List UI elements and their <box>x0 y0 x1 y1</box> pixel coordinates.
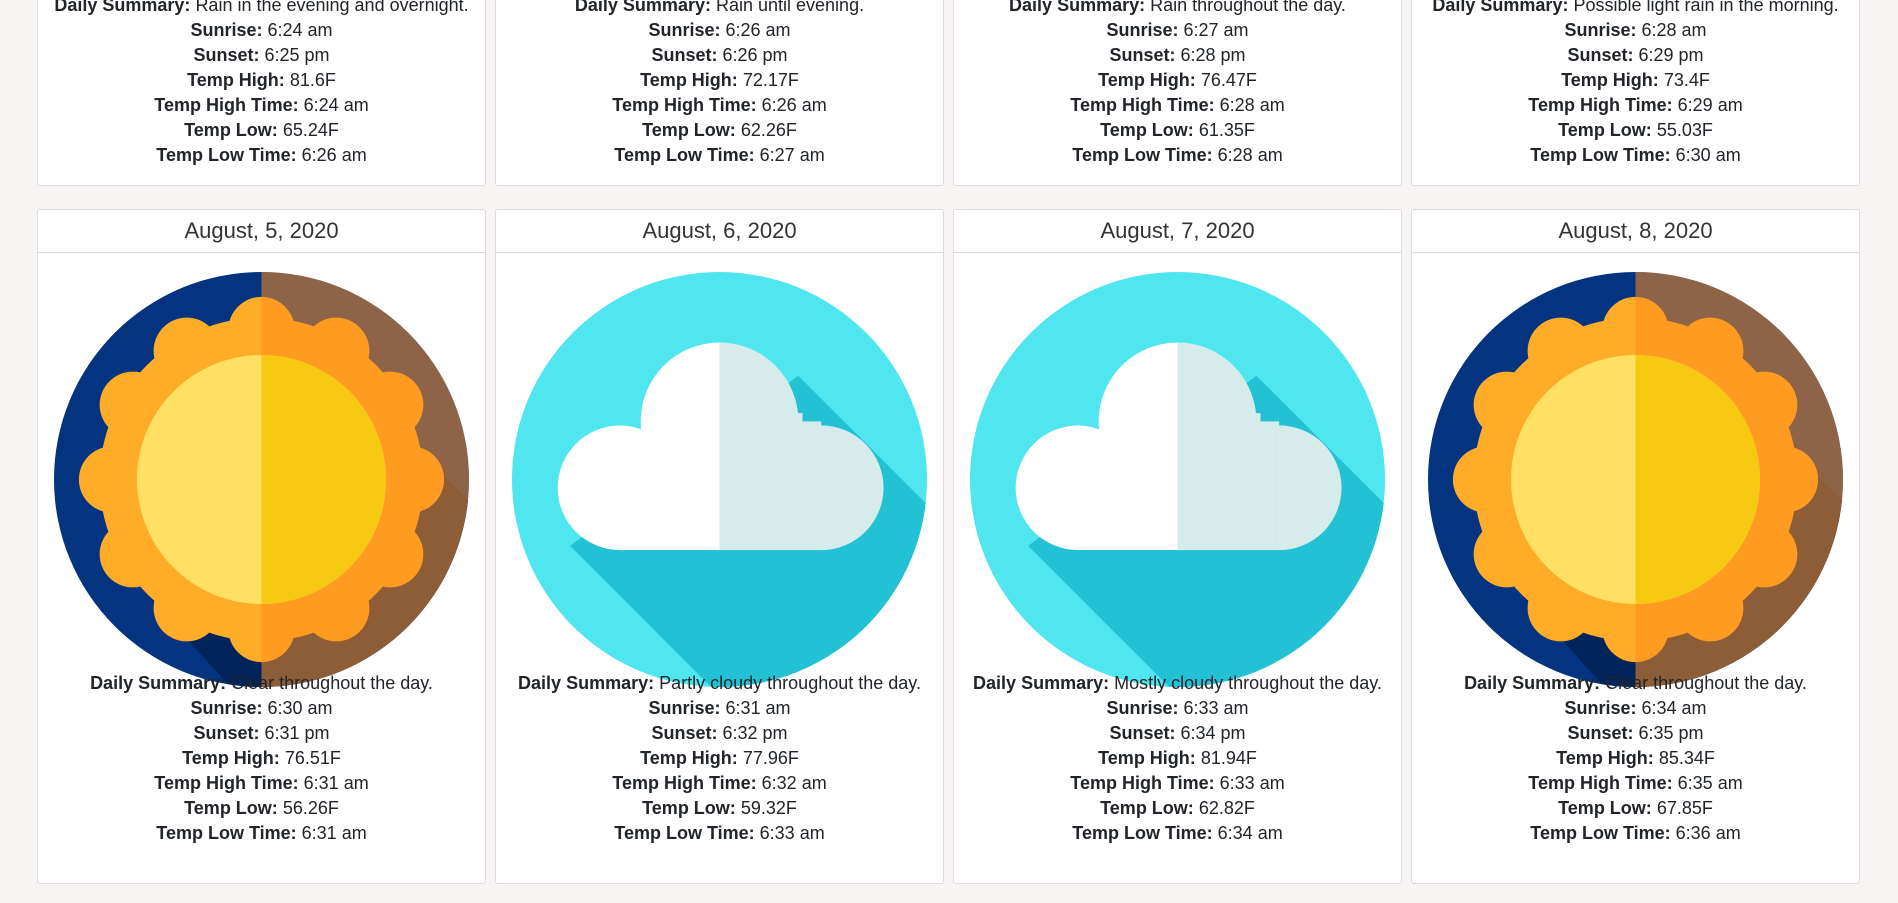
temp-low: 62.26F <box>740 120 797 140</box>
forecast-details: Daily Summary: Mostly cloudy throughout … <box>973 673 1382 843</box>
daily-summary: Partly cloudy throughout the day. <box>659 673 921 693</box>
sunrise-time: 6:33 am <box>1183 698 1249 718</box>
forecast-card: August, 6, 2020 Daily Summary: Partly cl… <box>495 209 944 884</box>
temp-low-time: 6:36 am <box>1675 823 1741 843</box>
temp-high-time: 6:35 am <box>1677 773 1743 793</box>
temp-high-time: 6:28 am <box>1219 95 1285 115</box>
temp-high: 85.34F <box>1658 748 1715 768</box>
temp-low: 56.26F <box>282 798 339 818</box>
sunrise-time: 6:34 am <box>1641 698 1707 718</box>
temp-high-time: 6:33 am <box>1219 773 1285 793</box>
forecast-date: August, 8, 2020 <box>1412 210 1859 253</box>
temp-low-time: 6:27 am <box>759 145 825 165</box>
forecast-details: Daily Summary: Possible light rain in th… <box>1412 0 1859 168</box>
sunset-time: 6:32 pm <box>722 723 788 743</box>
temp-high: 76.47F <box>1200 70 1257 90</box>
daily-summary: Rain throughout the day. <box>1150 0 1346 15</box>
sunset-time: 6:35 pm <box>1638 723 1704 743</box>
forecast-card: August, 5, 2020 Daily Summary: Clear thr… <box>37 209 486 884</box>
temp-high: 73.4F <box>1663 70 1710 90</box>
temp-high: 81.6F <box>289 70 336 90</box>
temp-high-time: 6:26 am <box>761 95 827 115</box>
temp-high-time: 6:29 am <box>1677 95 1743 115</box>
sunset-time: 6:34 pm <box>1180 723 1246 743</box>
temp-high: 76.51F <box>284 748 341 768</box>
temp-low-time: 6:26 am <box>301 145 367 165</box>
forecast-card: Daily Summary: Rain throughout the day. … <box>953 0 1402 186</box>
cloud-icon <box>970 272 1385 687</box>
forecast-details: Daily Summary: Clear throughout the day.… <box>1464 673 1807 843</box>
daily-summary: Possible light rain in the morning. <box>1573 0 1839 15</box>
forecast-card: August, 7, 2020 Daily Summary: Mostly cl… <box>953 209 1402 884</box>
forecast-details: Daily Summary: Rain throughout the day. … <box>954 0 1401 168</box>
temp-low-time: 6:33 am <box>759 823 825 843</box>
forecast-card: Daily Summary: Rain until evening. Sunri… <box>495 0 944 186</box>
forecast-details: Daily Summary: Rain in the evening and o… <box>38 0 485 168</box>
sun-icon <box>54 272 469 687</box>
forecast-date: August, 6, 2020 <box>496 210 943 253</box>
forecast-card: Daily Summary: Rain in the evening and o… <box>37 0 486 186</box>
temp-low-time: 6:34 am <box>1217 823 1283 843</box>
forecast-card: August, 8, 2020 Daily Summary: Clear thr… <box>1411 209 1860 884</box>
forecast-card: Daily Summary: Possible light rain in th… <box>1411 0 1860 186</box>
temp-low: 61.35F <box>1198 120 1255 140</box>
sunrise-time: 6:30 am <box>267 698 333 718</box>
temp-low-time: 6:31 am <box>301 823 367 843</box>
forecast-date: August, 7, 2020 <box>954 210 1401 253</box>
sun-icon <box>1428 272 1843 687</box>
temp-low: 65.24F <box>282 120 339 140</box>
daily-summary: Clear throughout the day. <box>1605 673 1807 693</box>
forecast-details: Daily Summary: Rain until evening. Sunri… <box>496 0 943 168</box>
temp-high: 77.96F <box>742 748 799 768</box>
forecast-date: August, 5, 2020 <box>38 210 485 253</box>
daily-summary: Rain until evening. <box>715 0 865 15</box>
sunrise-time: 6:28 am <box>1641 20 1707 40</box>
sunset-time: 6:26 pm <box>722 45 788 65</box>
forecast-details: Daily Summary: Partly cloudy throughout … <box>518 673 921 843</box>
temp-high: 72.17F <box>742 70 799 90</box>
temp-low: 55.03F <box>1656 120 1713 140</box>
sunset-time: 6:31 pm <box>264 723 330 743</box>
daily-summary: Rain in the evening and overnight. <box>195 0 469 15</box>
sunrise-time: 6:27 am <box>1183 20 1249 40</box>
temp-high-time: 6:24 am <box>303 95 369 115</box>
temp-high-time: 6:31 am <box>303 773 369 793</box>
temp-low-time: 6:30 am <box>1675 145 1741 165</box>
forecast-details: Daily Summary: Clear throughout the day.… <box>90 673 433 843</box>
sunrise-time: 6:31 am <box>725 698 791 718</box>
temp-low: 59.32F <box>740 798 797 818</box>
daily-summary: Mostly cloudy throughout the day. <box>1114 673 1382 693</box>
sunrise-time: 6:26 am <box>725 20 791 40</box>
cloud-icon <box>512 272 927 687</box>
temp-low: 62.82F <box>1198 798 1255 818</box>
sunset-time: 6:29 pm <box>1638 45 1704 65</box>
temp-high-time: 6:32 am <box>761 773 827 793</box>
daily-summary: Clear throughout the day. <box>231 673 433 693</box>
sunset-time: 6:25 pm <box>264 45 330 65</box>
sunset-time: 6:28 pm <box>1180 45 1246 65</box>
temp-high: 81.94F <box>1200 748 1257 768</box>
sunrise-time: 6:24 am <box>267 20 333 40</box>
temp-low: 67.85F <box>1656 798 1713 818</box>
temp-low-time: 6:28 am <box>1217 145 1283 165</box>
